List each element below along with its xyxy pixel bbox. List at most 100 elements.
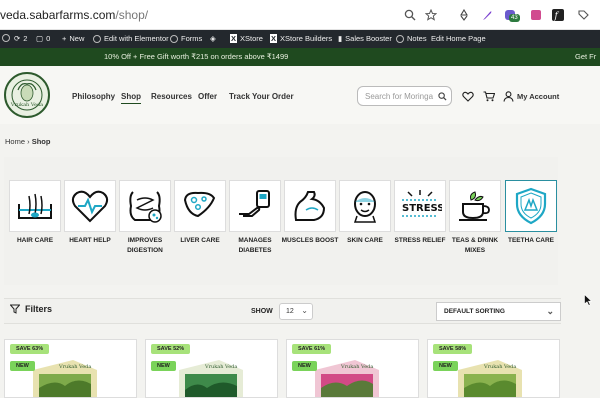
wishlist-heart-icon[interactable] (461, 90, 474, 103)
tea-cup-icon (459, 191, 490, 221)
notes-icon (396, 34, 404, 43)
intestine-icon (129, 191, 162, 223)
breadcrumb-current: Shop (31, 137, 51, 146)
category-label-teetha-care[interactable]: TEETHA CARE (498, 236, 564, 246)
product-card[interactable]: Vrukah Veda SAVE 52% NEW (145, 339, 278, 398)
mouse-cursor-icon (584, 294, 592, 306)
promo-text: 10% Off + Free Gift worth ₹215 on orders… (104, 52, 289, 61)
forms-icon (170, 34, 178, 43)
admin-notes[interactable]: Notes (396, 34, 427, 43)
search-box[interactable]: Search for Moringa (357, 86, 452, 106)
comments-count: 0 (46, 34, 51, 43)
discount-badge: SAVE 63% (10, 344, 50, 354)
filters-toggle[interactable]: Filters (10, 304, 52, 314)
my-account-link[interactable]: My Account (517, 92, 559, 101)
breadcrumb-home[interactable]: Home (5, 137, 25, 146)
xstore-builders-label: XStore Builders (280, 34, 333, 43)
recycle-extension-icon[interactable] (456, 7, 472, 23)
elementor-icon (93, 34, 101, 43)
category-hair-care[interactable] (9, 180, 61, 232)
comment-icon: ▢ (36, 34, 44, 43)
filter-funnel-icon (10, 304, 20, 314)
sort-value: DEFAULT SORTING (444, 308, 505, 315)
admin-updates-count[interactable]: ⟳ 2 (14, 34, 27, 43)
extension-badge-icon[interactable]: 43 (503, 7, 520, 23)
admin-diamond[interactable]: ◈ (210, 34, 216, 43)
product-card[interactable]: Vrukah Veda SAVE 63% NEW (4, 339, 137, 398)
chevron-down-icon: ⌄ (546, 306, 554, 316)
product-box-image: Vrukah Veda (315, 360, 379, 397)
plus-icon: + (62, 34, 67, 43)
category-teetha-care[interactable] (505, 180, 557, 232)
stress-icon: STRESS (402, 190, 442, 217)
wp-admin-bar: ⟳ 2 ▢ 0 + New Edit with Elementor Forms ◈ X… (0, 30, 600, 48)
svg-text:Vrukah Veda: Vrukah Veda (483, 364, 516, 370)
sync-icon: ⟳ (14, 34, 21, 43)
refresh-icon (2, 34, 10, 42)
xstore-icon: X (230, 34, 238, 43)
admin-forms[interactable]: Forms (170, 34, 202, 43)
heart-pulse-icon (71, 190, 109, 223)
diamond-icon: ◈ (210, 34, 216, 43)
product-card[interactable]: Vrukah Veda SAVE 58% NEW (427, 339, 560, 398)
bookmark-star-icon[interactable] (423, 7, 439, 23)
sales-booster-label: Sales Booster (345, 34, 392, 43)
new-badge: NEW (10, 361, 35, 371)
promo-bar: 10% Off + Free Gift worth ₹215 on orders… (0, 48, 600, 66)
category-stress-relief[interactable]: STRESS (394, 180, 446, 232)
chart-icon: ▮ (338, 34, 343, 43)
font-extension-icon[interactable]: f (550, 7, 566, 23)
product-card[interactable]: Vrukah Veda SAVE 61% NEW (286, 339, 419, 398)
browser-url-bar[interactable]: veda.sabarfarms.com/shop/ 43 f (0, 0, 600, 30)
nav-offer[interactable]: Offer (198, 92, 217, 101)
admin-updates[interactable] (2, 34, 10, 42)
admin-new[interactable]: + New (62, 34, 84, 43)
feather-extension-icon[interactable] (479, 7, 495, 23)
per-page-select[interactable]: 12 ⌄ (279, 303, 313, 320)
forms-label: Forms (181, 34, 203, 43)
zoom-icon[interactable] (402, 7, 418, 23)
category-improves-digestion[interactable] (119, 180, 171, 232)
product-box-image: Vrukah Veda (179, 360, 243, 397)
svg-text:Vrukah Veda: Vrukah Veda (340, 364, 373, 370)
breadcrumb-separator: › (27, 137, 30, 146)
xstore-label: XStore (240, 34, 263, 43)
url-text[interactable]: veda.sabarfarms.com/shop/ (0, 8, 148, 22)
svg-text:STRESS: STRESS (402, 203, 442, 214)
new-badge: NEW (151, 361, 176, 371)
discount-badge: SAVE 61% (292, 344, 332, 354)
category-skin-care[interactable] (339, 180, 391, 232)
site-logo[interactable]: Vrukah Veda (4, 72, 50, 118)
new-badge: NEW (292, 361, 317, 371)
admin-comments[interactable]: ▢ 0 (36, 34, 50, 43)
category-liver-care[interactable] (174, 180, 226, 232)
tag-extension-icon[interactable] (575, 7, 591, 23)
category-manages-diabetes[interactable] (229, 180, 281, 232)
search-input[interactable]: Search for Moringa (365, 92, 435, 101)
hair-follicle-icon (18, 193, 52, 219)
admin-elementor[interactable]: Edit with Elementor (93, 34, 169, 43)
grid-extension-icon[interactable] (528, 7, 544, 23)
user-icon[interactable] (502, 90, 515, 103)
search-icon[interactable] (435, 89, 449, 103)
nav-philosophy[interactable]: Philosophy (72, 92, 115, 101)
discount-badge: SAVE 58% (433, 344, 473, 354)
cart-icon[interactable] (482, 90, 495, 103)
admin-sales-booster[interactable]: ▮ Sales Booster (338, 34, 392, 43)
category-teas-drink-mixes[interactable] (449, 180, 501, 232)
product-box-image: Vrukah Veda (458, 360, 522, 397)
shield-hand-icon (515, 187, 547, 225)
nav-track-order[interactable]: Track Your Order (229, 92, 294, 101)
category-muscles-boost[interactable] (284, 180, 336, 232)
breadcrumb: Home › Shop (5, 137, 50, 146)
admin-edit-home[interactable]: Edit Home Page (431, 34, 486, 43)
nav-shop[interactable]: Shop (121, 92, 141, 104)
elementor-label: Edit with Elementor (104, 34, 169, 43)
face-mask-icon (353, 191, 377, 223)
admin-xstore-builders[interactable]: X XStore Builders (270, 34, 332, 43)
nav-resources[interactable]: Resources (151, 92, 192, 101)
updates-count: 2 (23, 34, 28, 43)
admin-xstore[interactable]: X XStore (230, 34, 263, 43)
sort-select[interactable]: DEFAULT SORTING ⌄ (436, 302, 561, 321)
category-heart-help[interactable] (64, 180, 116, 232)
